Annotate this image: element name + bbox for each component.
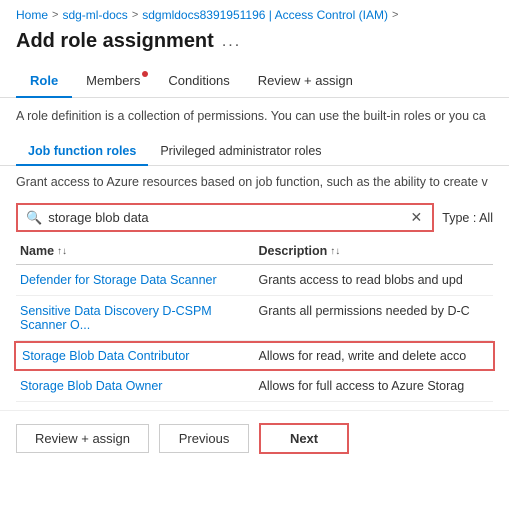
search-icon: 🔍 — [26, 210, 42, 226]
tab-conditions[interactable]: Conditions — [154, 65, 243, 98]
roles-table: Name ↑↓ Description ↑↓ Defender for Stor… — [16, 238, 493, 402]
tab-role[interactable]: Role — [16, 65, 72, 98]
sep-3: > — [392, 9, 398, 21]
breadcrumb-home[interactable]: Home — [16, 8, 48, 22]
clear-search-button[interactable]: ✕ — [409, 209, 425, 226]
footer: Review + assign Previous Next — [0, 410, 509, 466]
role-desc-0: Grants access to read blobs and upd — [255, 271, 494, 289]
page-title-ellipsis: ... — [222, 33, 241, 51]
previous-button[interactable]: Previous — [159, 424, 249, 453]
sub-tabs-container: Job function roles Privileged administra… — [0, 132, 509, 166]
table-row-selected[interactable]: Storage Blob Data Contributor Allows for… — [14, 341, 495, 371]
description-sort-icon[interactable]: ↑↓ — [330, 246, 340, 257]
role-description: A role definition is a collection of per… — [0, 98, 509, 132]
role-name-1[interactable]: Sensitive Data Discovery D-CSPM Scanner … — [16, 302, 255, 334]
search-row: 🔍 ✕ Type : All — [0, 197, 509, 238]
review-assign-button[interactable]: Review + assign — [16, 424, 149, 453]
role-name-3[interactable]: Storage Blob Data Owner — [16, 377, 255, 395]
role-name-0[interactable]: Defender for Storage Data Scanner — [16, 271, 255, 289]
breadcrumb: Home > sdg-ml-docs > sdgmldocs8391951196… — [0, 0, 509, 26]
next-button[interactable]: Next — [259, 423, 349, 454]
role-desc-2: Allows for read, write and delete acco — [255, 347, 492, 365]
tabs-container: Role Members Conditions Review + assign — [0, 65, 509, 98]
table-row[interactable]: Storage Blob Data Owner Allows for full … — [16, 371, 493, 402]
col-header-name: Name ↑↓ — [16, 242, 255, 260]
breadcrumb-sdg-ml-docs[interactable]: sdg-ml-docs — [62, 8, 127, 22]
sub-tab-privileged-admin[interactable]: Privileged administrator roles — [148, 138, 333, 166]
sub-description: Grant access to Azure resources based on… — [0, 166, 509, 198]
page-title: Add role assignment ... — [0, 26, 509, 53]
name-sort-icon[interactable]: ↑↓ — [57, 246, 67, 257]
sep-1: > — [52, 9, 58, 21]
search-box: 🔍 ✕ — [16, 203, 434, 232]
tab-members[interactable]: Members — [72, 65, 154, 98]
role-desc-3: Allows for full access to Azure Storag — [255, 377, 494, 395]
type-filter-label: Type : All — [442, 211, 493, 225]
role-desc-1: Grants all permissions needed by D-C — [255, 302, 494, 334]
members-dot — [142, 71, 148, 77]
tab-review-assign[interactable]: Review + assign — [244, 65, 367, 98]
breadcrumb-iam[interactable]: sdgmldocs8391951196 | Access Control (IA… — [142, 8, 388, 22]
table-row[interactable]: Defender for Storage Data Scanner Grants… — [16, 265, 493, 296]
sub-tab-job-function[interactable]: Job function roles — [16, 138, 148, 166]
table-row[interactable]: Sensitive Data Discovery D-CSPM Scanner … — [16, 296, 493, 341]
table-header: Name ↑↓ Description ↑↓ — [16, 238, 493, 265]
col-header-description: Description ↑↓ — [255, 242, 494, 260]
sep-2: > — [132, 9, 138, 21]
role-name-2[interactable]: Storage Blob Data Contributor — [18, 347, 255, 365]
search-input[interactable] — [48, 210, 402, 225]
